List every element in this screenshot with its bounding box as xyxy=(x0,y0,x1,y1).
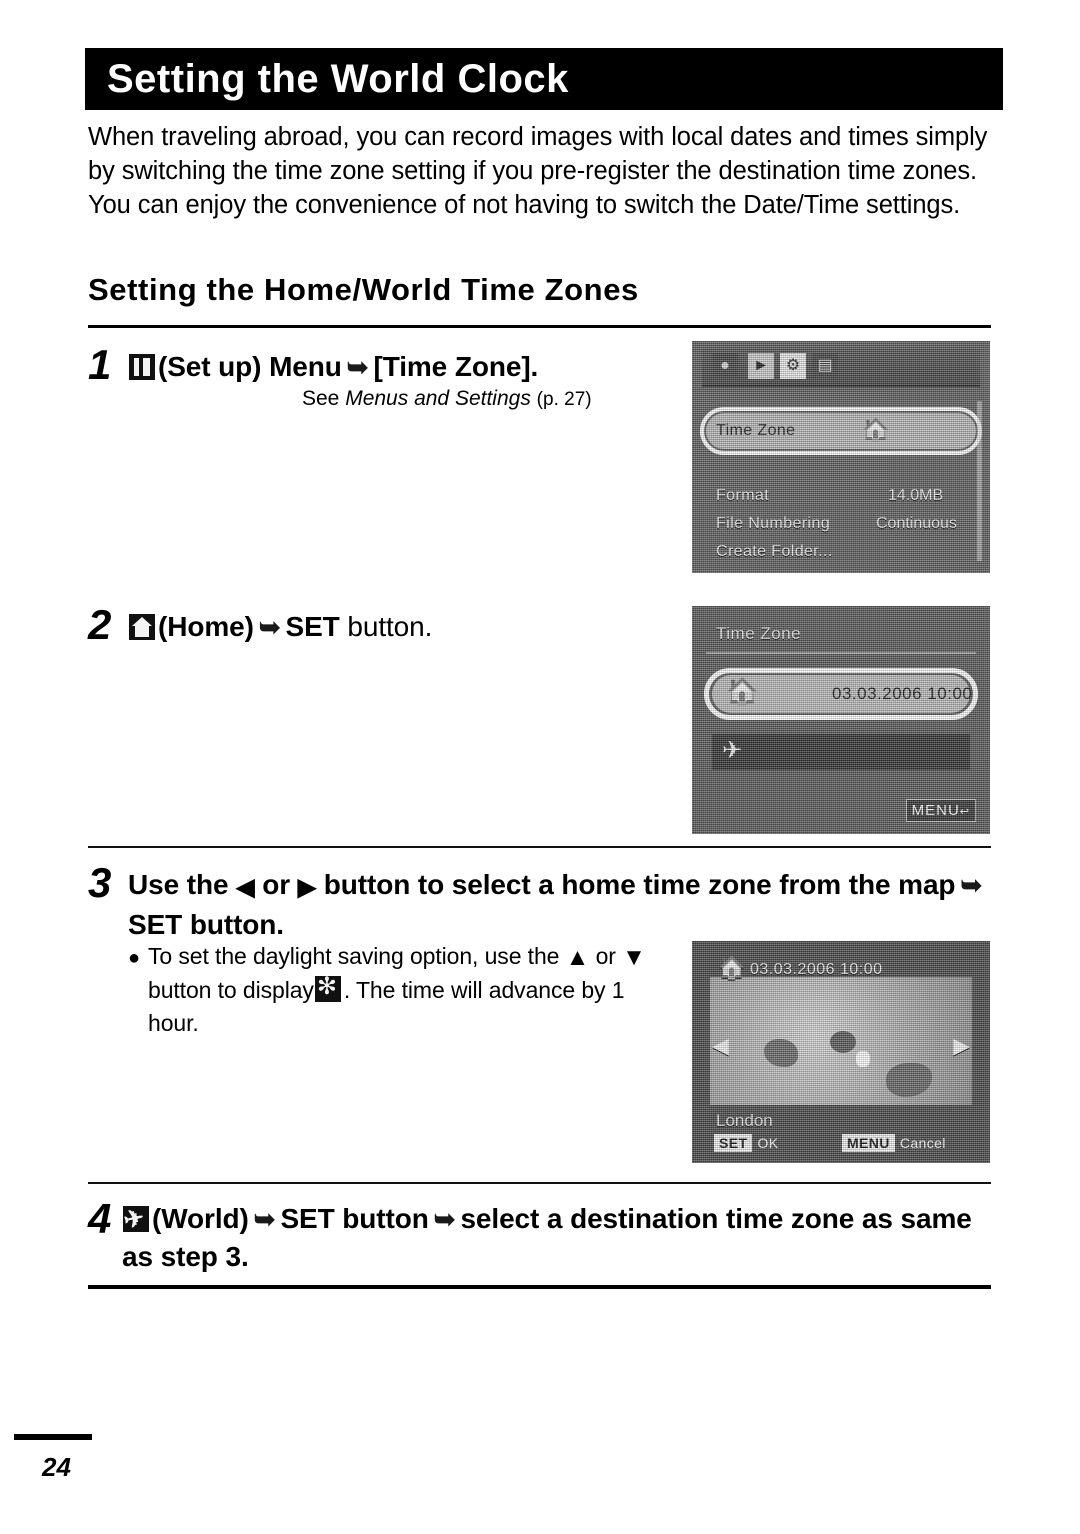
step-3-line1-a: Use the xyxy=(128,869,229,900)
bullet-icon: ● xyxy=(128,947,140,969)
setup-tab-icon: ⚙ xyxy=(780,353,806,379)
page-title: Setting the World Clock xyxy=(107,57,569,101)
lcd-separator xyxy=(706,652,976,654)
camera-tab-icon: ● xyxy=(712,353,738,379)
step-3-line1-c: button to select a home time zone from xyxy=(323,869,842,900)
step-4-number: 4 xyxy=(88,1195,112,1242)
step-3-line1-b: or xyxy=(262,869,290,900)
step-1-reference-note: See Menus and Settings (p. 27) xyxy=(302,386,592,413)
step-4-line1-a: (World) xyxy=(152,1203,249,1234)
world-row xyxy=(712,734,970,770)
menu-button-label: MENU xyxy=(911,802,960,819)
right-arrow-icon: ▶ xyxy=(297,874,317,901)
divider-top xyxy=(88,325,991,328)
arrow-right-icon: ➥ xyxy=(258,612,281,642)
see-italic-title: Menus and Settings xyxy=(345,387,531,410)
see-prefix: See xyxy=(302,387,346,410)
bullet-line-2-c: . The time xyxy=(343,977,445,1003)
see-page: (p. 27) xyxy=(536,389,592,410)
menu-cancel-button: MENU Cancel xyxy=(842,1134,946,1152)
section-heading: Setting the Home/World Time Zones xyxy=(88,272,639,307)
arrow-right-icon: ➥ xyxy=(960,870,983,900)
step-4-line1-c: select a destination time xyxy=(460,1203,784,1234)
map-city-label: London xyxy=(716,1111,773,1130)
footer-rule xyxy=(14,1434,92,1440)
step-3-number: 3 xyxy=(88,859,112,906)
menu-row-format-value: 14.0MB xyxy=(888,487,944,504)
step-1-text-before: (Set up) Menu xyxy=(158,351,342,382)
right-arrow-icon: ▶ xyxy=(953,1033,970,1058)
lcd-screenshot-setup-menu: ● ► ⚙ ▤ Time Zone 🏠 Format 14.0MB File N… xyxy=(692,341,990,573)
divider-step-3 xyxy=(88,846,991,848)
page-number: 24 xyxy=(42,1452,71,1482)
home-icon xyxy=(129,614,155,640)
left-arrow-icon: ◀ xyxy=(712,1033,729,1058)
menu-key-label: MENU xyxy=(842,1134,895,1152)
set-action-label: OK xyxy=(757,1135,779,1151)
home-icon: 🏠 xyxy=(726,676,759,706)
step-2-text-after: button. xyxy=(347,611,433,642)
menu-row-file-numbering-value: Continuous xyxy=(876,515,957,532)
step-4-set-label: SET xyxy=(280,1203,335,1234)
setup-icon xyxy=(129,354,155,380)
daylight-saving-icon xyxy=(314,976,341,1002)
step-1-text: (Set up) Menu ➥ [Time Zone]. xyxy=(128,348,538,386)
step-1-text-after: [Time Zone]. xyxy=(373,351,539,382)
step-2-text-before: (Home) xyxy=(158,611,254,642)
bullet-line-2-b: button to display xyxy=(148,977,314,1003)
lcd-screenshot-world-map: 🏠 03.03.2006 10:00 ◀ ▶ London SET OK MENU… xyxy=(692,941,990,1163)
map-header-datetime: 03.03.2006 10:00 xyxy=(750,961,883,978)
step-4-line1-b: button xyxy=(342,1203,429,1234)
step-3-line2-b: button. xyxy=(189,909,284,940)
arrow-right-icon-2: ➥ xyxy=(433,1204,456,1234)
menu-row-time-zone-label: Time Zone xyxy=(716,422,796,439)
step-2-number: 2 xyxy=(88,601,112,648)
home-datetime: 03.03.2006 10:00 xyxy=(832,684,973,703)
menu-row-file-numbering-label: File Numbering xyxy=(716,515,831,532)
home-icon: 🏠 xyxy=(718,955,746,980)
step-2-text: (Home) ➥ SET button. xyxy=(128,608,432,646)
divider-bottom xyxy=(88,1285,991,1289)
menu-button: MENU↩ xyxy=(905,799,976,822)
menu-scrollbar xyxy=(977,401,982,561)
print-tab-icon: ▤ xyxy=(812,353,838,379)
down-arrow-icon: ▼ xyxy=(622,944,646,971)
bullet-line-1: To set the daylight saving option, use t… xyxy=(148,943,560,969)
bullet-line-2-a: or xyxy=(595,943,616,969)
lcd-screenshot-time-zone: Time Zone 🏠 03.03.2006 10:00 ✈ MENU↩ xyxy=(692,606,990,834)
set-ok-button: SET OK xyxy=(714,1134,779,1152)
step-3-line2-a: the map xyxy=(848,869,956,900)
step-3-set-label: SET xyxy=(128,909,183,940)
set-key-label: SET xyxy=(714,1134,753,1152)
world-icon: ✈ xyxy=(722,737,743,764)
divider-step-4 xyxy=(88,1182,991,1184)
step-3-text: Use the ◀ or ▶ button to select a home t… xyxy=(128,866,998,943)
step-4-text: (World)➥SET button➥select a destination … xyxy=(122,1200,1000,1275)
arrow-right-icon: ➥ xyxy=(346,352,369,382)
map-landmass-1 xyxy=(764,1039,798,1067)
lcd-time-zone-title: Time Zone xyxy=(716,624,802,643)
manual-page: Setting the World Clock When traveling a… xyxy=(0,0,1080,1534)
left-arrow-icon: ◀ xyxy=(236,874,255,901)
step-3-bullet-note: ● To set the daylight saving option, use… xyxy=(128,940,668,1040)
play-tab-icon: ► xyxy=(748,353,774,379)
menu-action-label: Cancel xyxy=(899,1135,946,1151)
intro-paragraph: When traveling abroad, you can record im… xyxy=(88,123,988,219)
world-icon xyxy=(123,1206,149,1232)
step-2-set-label: SET xyxy=(285,611,340,642)
world-map-image xyxy=(710,977,972,1105)
page-title-banner: Setting the World Clock xyxy=(85,48,1003,110)
step-1-number: 1 xyxy=(88,341,112,388)
map-landmass-2 xyxy=(830,1031,856,1053)
home-icon: 🏠 xyxy=(862,417,890,442)
menu-row-create-folder-label: Create Folder... xyxy=(716,543,833,560)
map-landmass-3 xyxy=(886,1063,932,1097)
arrow-right-icon: ➥ xyxy=(253,1204,276,1234)
menu-row-format-label: Format xyxy=(716,487,770,504)
menu-button-sub: ↩ xyxy=(959,806,970,818)
map-location-marker xyxy=(856,1051,870,1067)
up-arrow-icon: ▲ xyxy=(565,944,590,971)
menu-tab-bar: ● ► ⚙ ▤ xyxy=(702,349,980,387)
